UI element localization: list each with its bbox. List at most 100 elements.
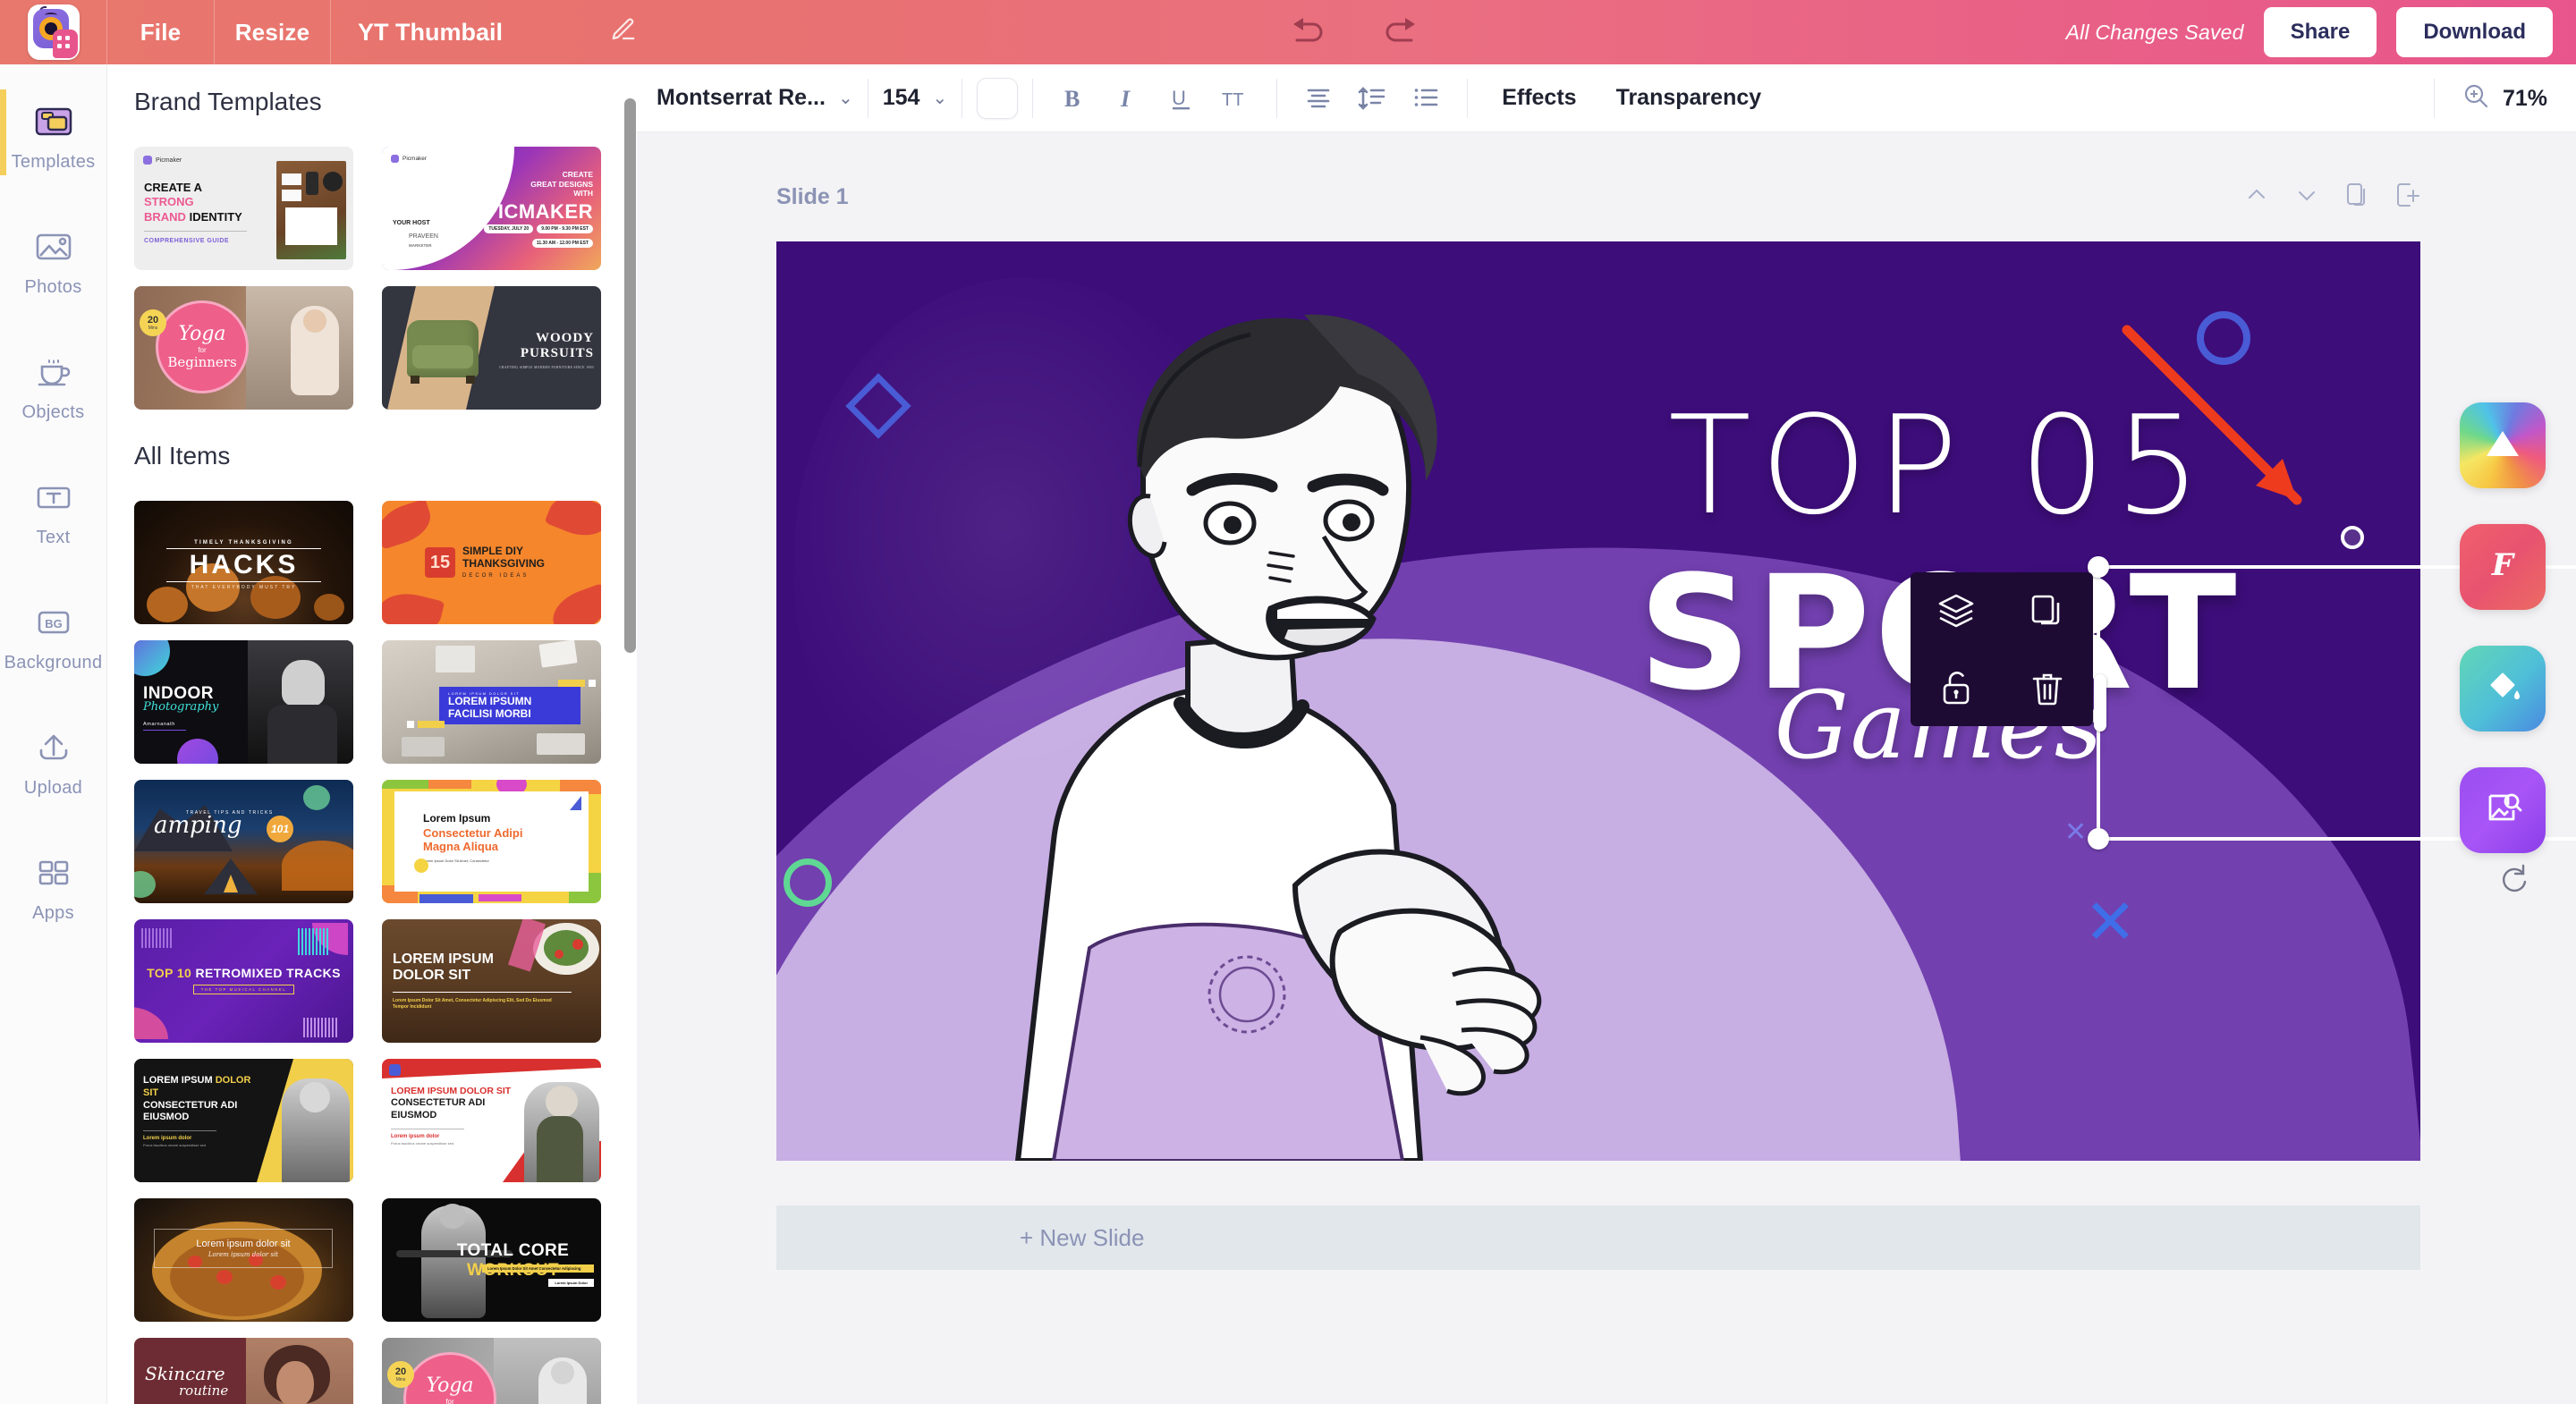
tpl-bottom: THAT EVERYBODY MUST TRY xyxy=(191,585,297,590)
sidebar-label-background: Background xyxy=(4,653,103,672)
document-title[interactable]: YT Thumbail xyxy=(331,0,664,64)
template-card[interactable]: Picmaker CREATE A STRONG BRAND IDENTITY … xyxy=(134,147,353,270)
pointing-man-illustration xyxy=(919,268,1546,1161)
apps-grid-icon xyxy=(30,853,77,892)
chevron-down-icon[interactable] xyxy=(2293,183,2320,211)
tpl-l2: FACILISI MORBI xyxy=(448,706,531,720)
bold-icon[interactable]: B xyxy=(1047,75,1101,122)
divider xyxy=(1467,78,1469,118)
line-spacing-icon[interactable] xyxy=(1345,75,1399,122)
template-card[interactable]: INDOOR Photography Amarnanath xyxy=(134,640,353,764)
unlock-icon[interactable] xyxy=(1913,650,1999,725)
text-case-icon[interactable]: TT xyxy=(1208,75,1262,122)
effects-button[interactable]: Effects xyxy=(1482,85,1596,111)
download-button[interactable]: Download xyxy=(2396,7,2553,57)
trash-icon[interactable] xyxy=(2004,650,2090,725)
tpl-l3: Magna Aliqua xyxy=(423,840,499,854)
all-items-grid: TIMELY THANKSGIVING HACKS THAT EVERYBODY… xyxy=(134,501,610,1404)
text-color-swatch[interactable] xyxy=(977,77,1019,119)
sidebar-item-background[interactable]: BG Background xyxy=(0,590,107,715)
template-card[interactable]: 15 SIMPLE DIY THANKSGIVING DECOR IDEAS xyxy=(382,501,601,624)
add-page-icon[interactable] xyxy=(2394,181,2420,214)
upload-icon xyxy=(30,728,77,767)
tpl-badge: 20 xyxy=(394,1366,407,1377)
sidebar-item-templates[interactable]: Templates xyxy=(0,89,107,215)
template-card[interactable]: TRAVEL TIPS AND TRICKS amping 101 xyxy=(134,780,353,903)
zoom-control[interactable]: 71% xyxy=(2419,64,2547,132)
tpl-hl2: IDENTITY xyxy=(189,209,242,224)
template-card[interactable]: Skincare routine Lorem ipsum dolor sit a… xyxy=(134,1338,353,1404)
redo-arrow-icon[interactable] xyxy=(1379,15,1420,50)
design-canvas[interactable]: ✕ TOP 05 xyxy=(776,241,2420,1161)
duplicate-icon[interactable] xyxy=(2004,573,2090,648)
sidebar-item-objects[interactable]: Objects xyxy=(0,340,107,465)
template-card[interactable]: Yoga for Beginners 20 Mins xyxy=(134,286,353,410)
tpl-line3: WITH xyxy=(573,189,593,199)
tpl-l2: RETROMIXED TRACKS xyxy=(195,966,341,980)
chevron-up-icon[interactable] xyxy=(2243,183,2270,211)
underline-icon[interactable]: U xyxy=(1155,75,1208,122)
sidebar-item-apps[interactable]: Apps xyxy=(0,841,107,966)
rotate-icon[interactable] xyxy=(2491,857,2538,903)
menu-resize[interactable]: Resize xyxy=(215,0,331,64)
tpl-l1: Lorem Ipsum xyxy=(423,812,491,825)
menu-file[interactable]: File xyxy=(107,0,215,64)
slide-label: Slide 1 xyxy=(776,183,849,209)
zoom-in-icon[interactable] xyxy=(2462,82,2490,115)
layers-icon[interactable] xyxy=(1913,573,1999,648)
chevron-down-icon[interactable]: ⌄ xyxy=(838,87,853,109)
undo-arrow-icon[interactable] xyxy=(1288,15,1329,50)
tpl-logo-label: Picmaker xyxy=(402,156,428,162)
font-family-select[interactable]: Montserrat Re... xyxy=(657,85,826,111)
sidebar-item-text[interactable]: Text xyxy=(0,465,107,590)
tpl-badge-sub: Mins xyxy=(395,1376,406,1383)
template-card[interactable]: LOREM IPSUM DOLOR SIT CONSECTETUR ADI EI… xyxy=(382,1059,601,1182)
templates-icon xyxy=(30,102,77,141)
templates-scroll-area[interactable]: Brand Templates Picmaker CREATE A STRONG… xyxy=(107,64,637,1404)
tpl-l1: LOREM IPSUMN xyxy=(448,695,532,708)
sidebar-item-upload[interactable]: Upload xyxy=(0,715,107,841)
script-f-icon: F xyxy=(2483,545,2522,590)
svg-text:I: I xyxy=(1120,86,1131,112)
template-card[interactable]: LOREM IPSUM DOLOR SIT Lorem Ipsum Dolor … xyxy=(382,919,601,1043)
panel-scrollbar-thumb[interactable] xyxy=(624,98,636,653)
transparency-button[interactable]: Transparency xyxy=(1597,85,1782,111)
bullet-list-icon[interactable] xyxy=(1399,75,1453,122)
template-card[interactable]: TIMELY THANKSGIVING HACKS THAT EVERYBODY… xyxy=(134,501,353,624)
color-fill-app-button[interactable] xyxy=(2460,646,2546,732)
tpl-badge: 20 xyxy=(147,314,159,326)
template-card[interactable]: Yoga for Beginners 20 Mins xyxy=(382,1338,601,1404)
image-search-app-button[interactable] xyxy=(2460,767,2546,853)
sidebar-label-text: Text xyxy=(36,528,71,547)
blue-circle-outline-icon xyxy=(2197,311,2250,365)
right-apps-rail: F xyxy=(2460,402,2546,853)
svg-text:B: B xyxy=(1064,86,1080,112)
font-size-input[interactable]: 154 xyxy=(883,85,920,111)
chevron-down-icon[interactable]: ⌄ xyxy=(932,87,947,109)
pencil-icon[interactable] xyxy=(610,16,637,49)
rotate-handle[interactable] xyxy=(2341,526,2364,549)
tpl-date: TUESDAY, JULY 20 xyxy=(484,224,534,233)
template-card[interactable]: TOP 10 RETROMIXED TRACKS THE TOP MUSICAL… xyxy=(134,919,353,1043)
magic-effects-app-button[interactable] xyxy=(2460,402,2546,488)
copy-icon[interactable] xyxy=(2343,181,2370,214)
template-card[interactable]: LOREM IPSUM DOLOR SIT LOREM IPSUMN FACIL… xyxy=(382,640,601,764)
align-center-icon[interactable] xyxy=(1292,75,1345,122)
tpl-sub: Lorem ipsum dolor xyxy=(143,1136,192,1141)
template-card[interactable]: Picmaker CREATE GREAT DESIGNS WITH PICMA… xyxy=(382,147,601,270)
fonts-app-button[interactable]: F xyxy=(2460,524,2546,610)
template-card[interactable]: Lorem ipsum dolor sit Lorem ipsum dolor … xyxy=(134,1198,353,1322)
canvas-text-top: TOP 05 xyxy=(1668,386,2210,545)
template-card[interactable]: WOODY PURSUITS CRAFTING SIMPLE MODERN FU… xyxy=(382,286,601,410)
app-logo[interactable] xyxy=(0,0,107,64)
template-card[interactable]: LOREM IPSUM DOLOR SIT CONSECTETUR ADI EI… xyxy=(134,1059,353,1182)
template-card[interactable]: TOTAL CORE WORKOUT Lorem Ipsum Dolor Sit… xyxy=(382,1198,601,1322)
template-card[interactable]: Lorem Ipsum Consectetur Adipi Magna Aliq… xyxy=(382,780,601,903)
tpl-host-role: MARKETER xyxy=(409,243,432,248)
new-slide-button[interactable]: + New Slide xyxy=(776,1205,2420,1270)
sidebar-item-photos[interactable]: Photos xyxy=(0,215,107,340)
tpl-l3: EIUSMOD xyxy=(143,1112,190,1123)
italic-icon[interactable]: I xyxy=(1101,75,1155,122)
tpl-title1: Yoga xyxy=(178,323,226,345)
share-button[interactable]: Share xyxy=(2263,7,2377,57)
